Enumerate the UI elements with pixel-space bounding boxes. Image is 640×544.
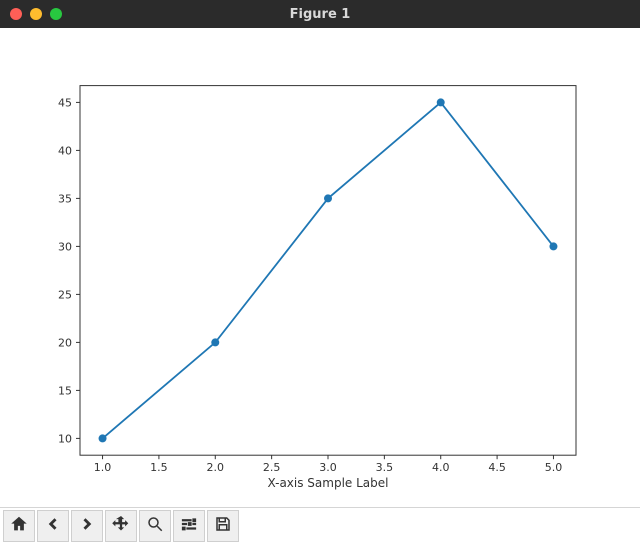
plot-svg: 1.0 1.5 2.0 2.5 3.0 3.5 4.0 4.5 5.0 10 15 20 25 30 35… [0, 28, 640, 508]
svg-text:1.5: 1.5 [150, 461, 168, 474]
save-button[interactable] [207, 510, 239, 542]
svg-text:45: 45 [58, 96, 72, 109]
arrow-left-icon [44, 515, 62, 537]
zoom-button[interactable] [139, 510, 171, 542]
configure-button[interactable] [173, 510, 205, 542]
svg-text:1.0: 1.0 [94, 461, 112, 474]
x-axis-label: X-axis Sample Label [268, 476, 389, 490]
maximize-icon[interactable] [50, 8, 62, 20]
arrow-right-icon [78, 515, 96, 537]
svg-text:3.0: 3.0 [319, 461, 337, 474]
data-markers [99, 98, 558, 442]
svg-text:10: 10 [58, 432, 72, 445]
svg-text:20: 20 [58, 336, 72, 349]
save-icon [214, 515, 232, 537]
window-controls [10, 8, 62, 20]
y-ticks: 10 15 20 25 30 35 40 45 [58, 96, 80, 445]
axes-frame [80, 86, 576, 456]
svg-text:40: 40 [58, 144, 72, 157]
back-button[interactable] [37, 510, 69, 542]
sliders-icon [180, 515, 198, 537]
move-icon [112, 515, 130, 537]
forward-button[interactable] [71, 510, 103, 542]
search-icon [146, 515, 164, 537]
titlebar: Figure 1 [0, 0, 640, 28]
close-icon[interactable] [10, 8, 22, 20]
svg-text:5.0: 5.0 [545, 461, 563, 474]
svg-text:2.5: 2.5 [263, 461, 281, 474]
toolbar [0, 507, 640, 544]
figure-canvas[interactable]: 1.0 1.5 2.0 2.5 3.0 3.5 4.0 4.5 5.0 10 15 20 25 30 35… [0, 28, 640, 507]
svg-text:2.0: 2.0 [207, 461, 225, 474]
home-button[interactable] [3, 510, 35, 542]
svg-text:25: 25 [58, 288, 72, 301]
svg-text:35: 35 [58, 192, 72, 205]
data-line [103, 102, 554, 438]
svg-text:15: 15 [58, 384, 72, 397]
x-ticks: 1.0 1.5 2.0 2.5 3.0 3.5 4.0 4.5 5.0 [94, 455, 562, 474]
svg-text:30: 30 [58, 240, 72, 253]
svg-text:4.0: 4.0 [432, 461, 450, 474]
home-icon [10, 515, 28, 537]
window-title: Figure 1 [0, 7, 640, 22]
minimize-icon[interactable] [30, 8, 42, 20]
svg-text:4.5: 4.5 [488, 461, 506, 474]
app-window: Figure 1 1.01.52.02.53.03.54.04.55.0 101… [0, 0, 640, 544]
pan-button[interactable] [105, 510, 137, 542]
svg-text:3.5: 3.5 [376, 461, 394, 474]
